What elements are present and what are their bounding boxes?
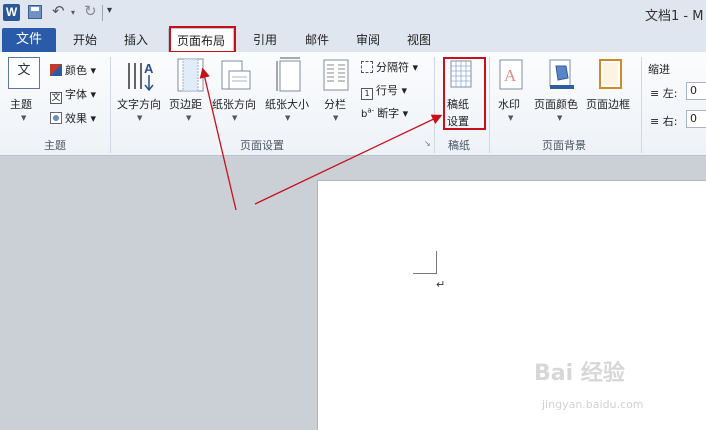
arrow-to-page-layout-tab	[199, 67, 237, 211]
baidu-watermark: Bai 经验	[534, 361, 625, 386]
arrow-to-manuscript-setup	[254, 114, 443, 205]
baidu-watermark-url: jingyan.baidu.com	[542, 398, 644, 411]
